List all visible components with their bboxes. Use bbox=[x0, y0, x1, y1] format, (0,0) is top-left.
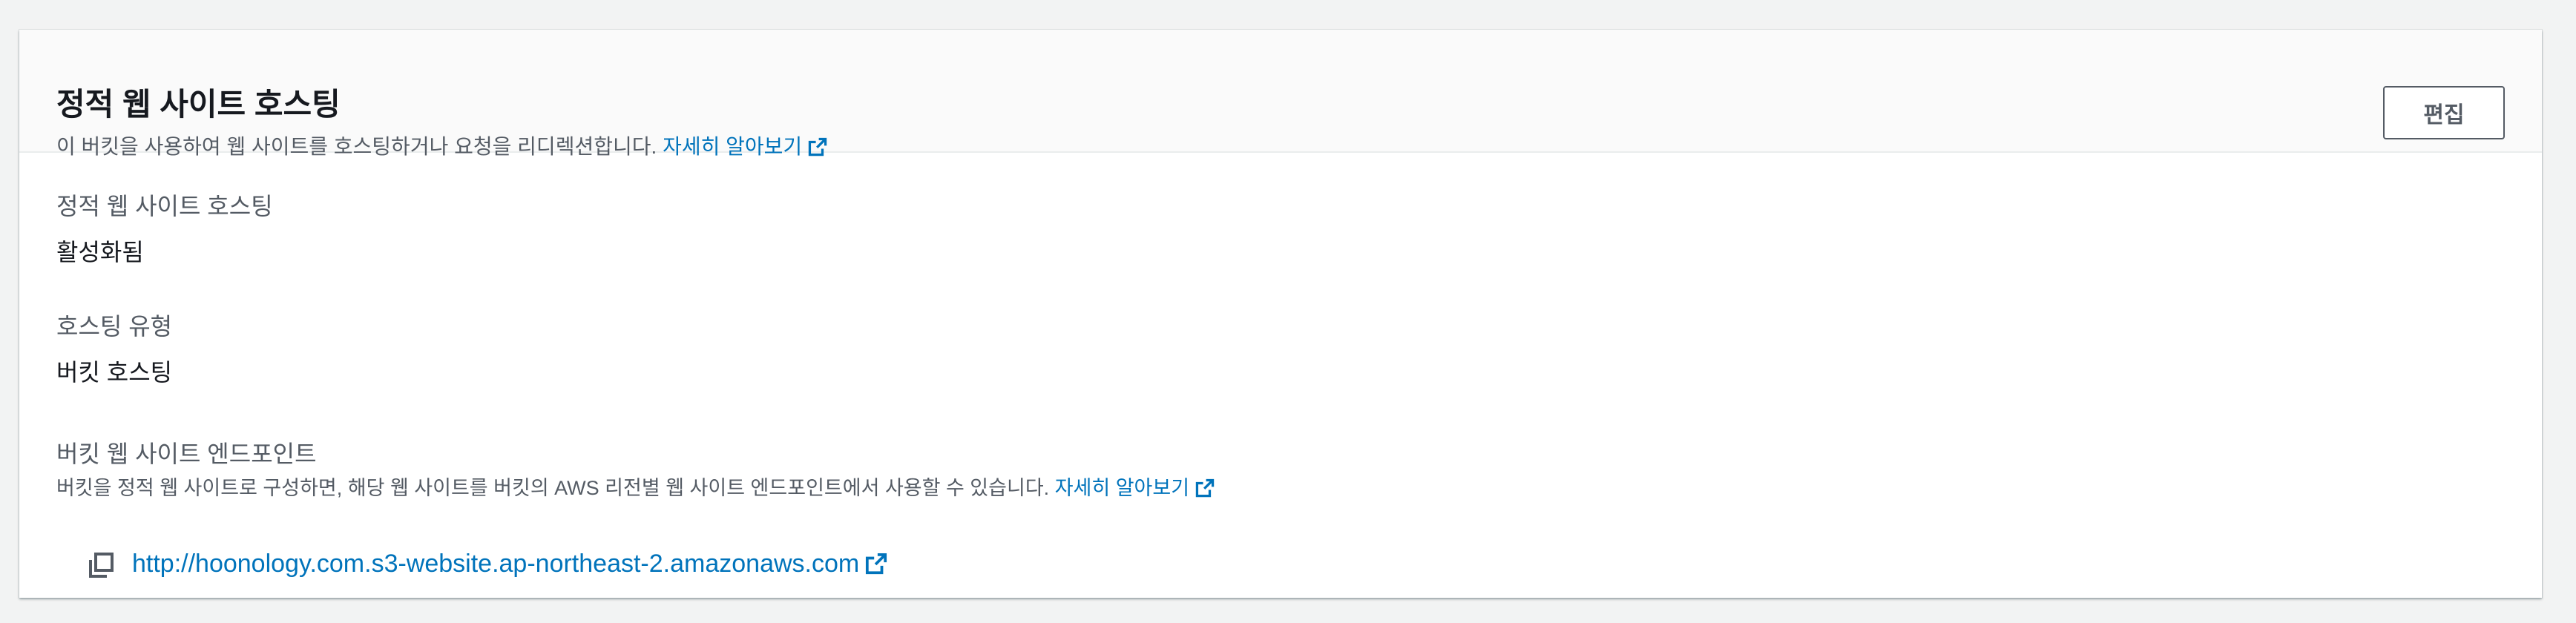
hosting-type-value: 버킷 호스팅 bbox=[56, 359, 173, 386]
panel-title: 정적 웹 사이트 호스팅 bbox=[56, 87, 341, 122]
endpoint-learn-more-label: 자세히 알아보기 bbox=[1054, 477, 1190, 499]
endpoint-url-label: http://hoonology.com.s3-website.ap-north… bbox=[132, 550, 860, 578]
edit-button[interactable]: 편집 bbox=[2383, 86, 2505, 139]
field-static-hosting: 정적 웹 사이트 호스팅 활성화됨 bbox=[56, 191, 273, 267]
external-link-icon bbox=[865, 550, 887, 583]
bucket-endpoint-description: 버킷을 정적 웹 사이트로 구성하면, 해당 웹 사이트를 버킷의 AWS 리전… bbox=[56, 475, 1215, 504]
endpoint-learn-more-link[interactable]: 자세히 알아보기 bbox=[1055, 477, 1215, 499]
endpoint-url-link[interactable]: http://hoonology.com.s3-website.ap-north… bbox=[132, 547, 887, 583]
panel-header: 정적 웹 사이트 호스팅 이 버킷을 사용하여 웹 사이트를 호스팅하거나 요청… bbox=[19, 30, 2542, 158]
bucket-endpoint-label: 버킷 웹 사이트 엔드포인트 bbox=[56, 441, 317, 467]
static-hosting-label: 정적 웹 사이트 호스팅 bbox=[56, 193, 273, 220]
bucket-endpoint-description-text: 버킷을 정적 웹 사이트로 구성하면, 해당 웹 사이트를 버킷의 AWS 리전… bbox=[56, 477, 1050, 499]
endpoint-url-row: http://hoonology.com.s3-website.ap-north… bbox=[86, 547, 887, 583]
static-hosting-value: 활성화됨 bbox=[56, 239, 144, 266]
hosting-type-label: 호스팅 유형 bbox=[56, 313, 173, 340]
copy-icon[interactable] bbox=[86, 550, 116, 580]
field-bucket-endpoint: 버킷 웹 사이트 엔드포인트 버킷을 정적 웹 사이트로 구성하면, 해당 웹 … bbox=[56, 439, 1215, 504]
panel-description: 이 버킷을 사용하여 웹 사이트를 호스팅하거나 요청을 리디렉션합니다. 자세… bbox=[56, 134, 827, 163]
panel-description-text: 이 버킷을 사용하여 웹 사이트를 호스팅하거나 요청을 리디렉션합니다. bbox=[56, 135, 657, 158]
external-link-icon bbox=[1195, 478, 1215, 504]
field-hosting-type: 호스팅 유형 버킷 호스팅 bbox=[56, 312, 172, 387]
learn-more-link[interactable]: 자세히 알아보기 bbox=[663, 135, 827, 158]
static-website-hosting-panel: 정적 웹 사이트 호스팅 이 버킷을 사용하여 웹 사이트를 호스팅하거나 요청… bbox=[19, 30, 2542, 598]
learn-more-label: 자세히 알아보기 bbox=[663, 135, 803, 158]
external-link-icon bbox=[808, 136, 827, 163]
